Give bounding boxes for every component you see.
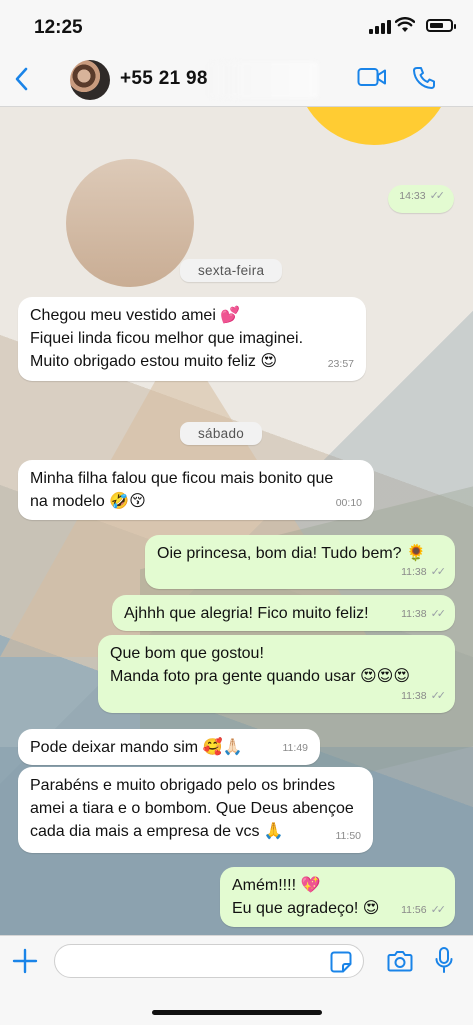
message-time: 23:57 xyxy=(327,358,354,370)
avatar[interactable] xyxy=(70,60,110,100)
double-check-icon: ✓✓ xyxy=(430,566,447,578)
chat-area[interactable]: 14:33 ✓✓ sexta-feira Chegou meu vestido a… xyxy=(0,107,473,935)
cellular-signal-icon xyxy=(369,20,391,34)
message-text: Pode deixar mando sim 🥰🙏🏻 xyxy=(30,739,243,756)
double-check-icon: ✓✓ xyxy=(430,608,447,620)
home-indicator xyxy=(152,1010,322,1015)
message-time: 11:38 ✓✓ xyxy=(401,690,447,702)
camera-icon[interactable] xyxy=(387,949,413,973)
double-check-icon: ✓✓ xyxy=(429,190,446,202)
message-text: Minha filha falou que ficou mais bonito … xyxy=(30,470,334,510)
message-bubble-incoming[interactable]: Chegou meu vestido amei 💕 Fiquei linda f… xyxy=(18,297,366,381)
message-text: Ajhhh que alegria! Fico muito feliz! xyxy=(124,605,369,622)
message-time: 11:56 ✓✓ xyxy=(401,904,447,916)
message-bubble-outgoing[interactable]: Oie princesa, bom dia! Tudo bem? 🌻 11:38… xyxy=(145,535,455,589)
chevron-left-icon[interactable] xyxy=(10,64,34,94)
message-time: 00:10 xyxy=(335,497,362,509)
contact-name[interactable]: +55 21 98 xyxy=(120,68,208,90)
date-separator: sexta-feira xyxy=(180,259,283,282)
wallpaper-circle xyxy=(66,159,194,287)
message-bubble-incoming[interactable]: Parabéns e muito obrigado pelo os brinde… xyxy=(18,767,373,853)
battery-icon xyxy=(426,19,456,32)
message-time: 14:33 ✓✓ xyxy=(399,190,446,202)
message-text: Que bom que gostou! Manda foto pra gente… xyxy=(110,645,410,685)
message-bubble-incoming[interactable]: Minha filha falou que ficou mais bonito … xyxy=(18,460,374,520)
double-check-icon: ✓✓ xyxy=(430,904,447,916)
message-time: 11:49 xyxy=(282,742,309,754)
message-bubble-outgoing[interactable]: Que bom que gostou! Manda foto pra gente… xyxy=(98,635,455,713)
status-time: 12:25 xyxy=(34,17,83,38)
video-camera-icon[interactable] xyxy=(357,66,387,88)
message-bubble-outgoing[interactable]: 14:33 ✓✓ xyxy=(388,185,454,213)
microphone-icon[interactable] xyxy=(434,946,454,976)
phone-icon[interactable] xyxy=(411,65,437,91)
message-time: 11:38 ✓✓ xyxy=(401,608,447,620)
plus-icon[interactable] xyxy=(12,948,38,974)
message-bubble-incoming[interactable]: Pode deixar mando sim 🥰🙏🏻 11:49 xyxy=(18,729,320,765)
message-text: Chegou meu vestido amei 💕 Fiquei linda f… xyxy=(30,307,304,370)
sticker-icon[interactable] xyxy=(330,951,352,973)
status-bar: 12:25 xyxy=(0,0,473,52)
composer-bar xyxy=(0,935,473,1025)
message-time: 11:50 xyxy=(335,830,362,842)
smiling-face-emoji-sticker xyxy=(307,107,441,145)
message-bubble-outgoing[interactable]: Ajhhh que alegria! Fico muito feliz! 11:… xyxy=(112,595,455,631)
redaction-blur xyxy=(208,62,318,98)
date-separator: sábado xyxy=(180,422,263,445)
chat-header: +55 21 98 xyxy=(0,52,473,107)
message-bubble-outgoing[interactable]: Amém!!!! 💖 Eu que agradeço! 😍 11:56 ✓✓ xyxy=(220,867,455,927)
message-input[interactable] xyxy=(54,944,364,978)
double-check-icon: ✓✓ xyxy=(430,690,447,702)
wifi-icon xyxy=(395,17,415,32)
message-time: 11:38 ✓✓ xyxy=(401,566,447,578)
message-text: Parabéns e muito obrigado pelo os brinde… xyxy=(30,777,354,840)
